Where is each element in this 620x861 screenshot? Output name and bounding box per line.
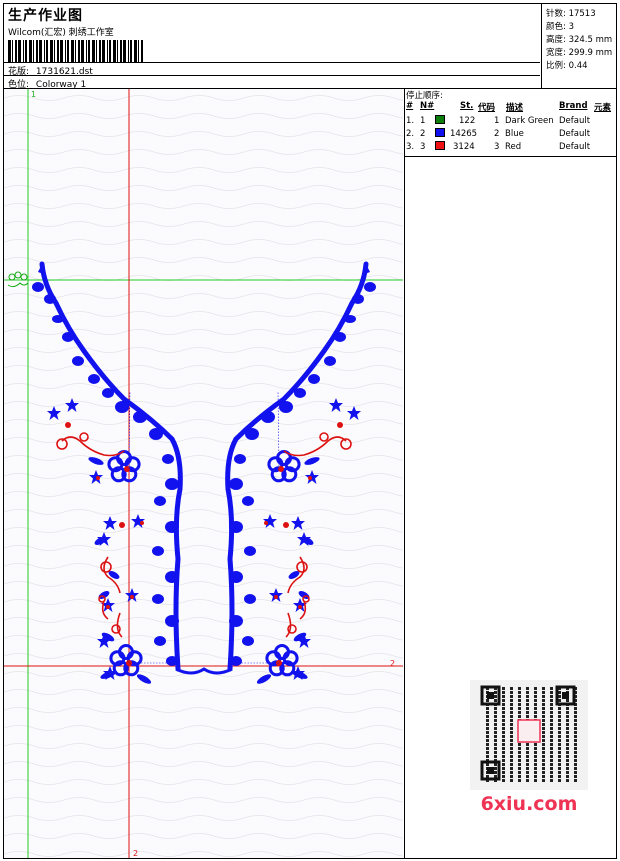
row-stitches: 3124 bbox=[453, 142, 475, 152]
stat-label: 针数: bbox=[546, 9, 566, 19]
row-brand: Default bbox=[559, 142, 591, 152]
row-needle: 1 bbox=[420, 116, 426, 126]
guide-label-2-bottom: 2 bbox=[133, 849, 138, 858]
stat-value: 3 bbox=[568, 22, 574, 32]
row-needle: 2 bbox=[420, 129, 426, 139]
divider bbox=[4, 62, 540, 63]
stat-label: 比例: bbox=[546, 61, 566, 71]
watermark-logo-icon bbox=[517, 719, 541, 743]
divider bbox=[4, 75, 540, 76]
header-info: 生产作业图 Wilcom(汇宏) 刺绣工作室 花版: 1731621.dst 色… bbox=[4, 4, 540, 90]
column-header: 描述 bbox=[506, 103, 524, 113]
row-code: 3 bbox=[494, 142, 500, 152]
row-brand: Default bbox=[559, 129, 591, 139]
stop-sequence-table: 停止顺序: # N# St. 代码 描述 Brand 元素 1. 1 122 1… bbox=[405, 89, 617, 157]
stat-value: 324.5 mm bbox=[568, 35, 613, 45]
row-index: 1. bbox=[406, 116, 415, 126]
stat-value: 17513 bbox=[568, 9, 596, 19]
qr-code-icon: 6xiu.com bbox=[470, 680, 588, 815]
row-index: 2. bbox=[406, 129, 415, 139]
stat-stitches: 针数: 17513 bbox=[546, 7, 596, 19]
watermark-text: 6xiu.com bbox=[481, 793, 578, 815]
fabric-texture bbox=[4, 89, 403, 858]
design-canvas[interactable]: 1 2 2 bbox=[4, 89, 403, 858]
row-description: Blue bbox=[505, 129, 524, 139]
row-code: 2 bbox=[494, 129, 500, 139]
row-brand: Default bbox=[559, 116, 591, 126]
color-swatch bbox=[435, 141, 445, 150]
stat-value: 0.44 bbox=[568, 61, 588, 71]
page-title: 生产作业图 bbox=[8, 8, 83, 24]
column-header: 代码 bbox=[478, 103, 496, 113]
row-needle: 3 bbox=[420, 142, 426, 152]
embroidery-preview: 1 2 2 bbox=[4, 89, 403, 858]
stat-label: 颜色: bbox=[546, 22, 566, 32]
stats-panel: 针数: 17513 颜色: 3 高度: 324.5 mm 宽度: 299.9 m… bbox=[541, 4, 617, 88]
column-header: N# bbox=[420, 101, 435, 111]
column-header: Brand bbox=[559, 101, 588, 111]
stat-scale: 比例: 0.44 bbox=[546, 59, 588, 71]
row-index: 3. bbox=[406, 142, 415, 152]
row-stitches: 14265 bbox=[450, 129, 478, 139]
guide-label-1: 1 bbox=[31, 90, 36, 99]
stat-value: 299.9 mm bbox=[568, 48, 613, 58]
color-swatch bbox=[435, 128, 445, 137]
column-header: # bbox=[406, 101, 414, 111]
stat-height: 高度: 324.5 mm bbox=[546, 33, 612, 45]
stat-colors: 颜色: 3 bbox=[546, 20, 574, 32]
stat-label: 高度: bbox=[546, 35, 566, 45]
row-description: Red bbox=[505, 142, 522, 152]
stat-label: 宽度: bbox=[546, 48, 566, 58]
stop-sequence-title: 停止顺序: bbox=[406, 91, 443, 101]
header-panel: 生产作业图 Wilcom(汇宏) 刺绣工作室 花版: 1731621.dst 色… bbox=[3, 3, 617, 90]
studio-name: Wilcom(汇宏) 刺绣工作室 bbox=[8, 28, 114, 38]
stat-width: 宽度: 299.9 mm bbox=[546, 46, 612, 58]
color-swatch bbox=[435, 115, 445, 124]
row-code: 1 bbox=[494, 116, 500, 126]
column-header: 元素 bbox=[594, 103, 612, 113]
column-header: St. bbox=[460, 101, 474, 111]
row-description: Dark Green bbox=[505, 116, 554, 126]
watermark: 6xiu.com bbox=[470, 680, 588, 815]
guide-label-2-right: 2 bbox=[390, 659, 395, 668]
barcode-icon bbox=[8, 40, 143, 62]
row-stitches: 122 bbox=[459, 116, 476, 126]
